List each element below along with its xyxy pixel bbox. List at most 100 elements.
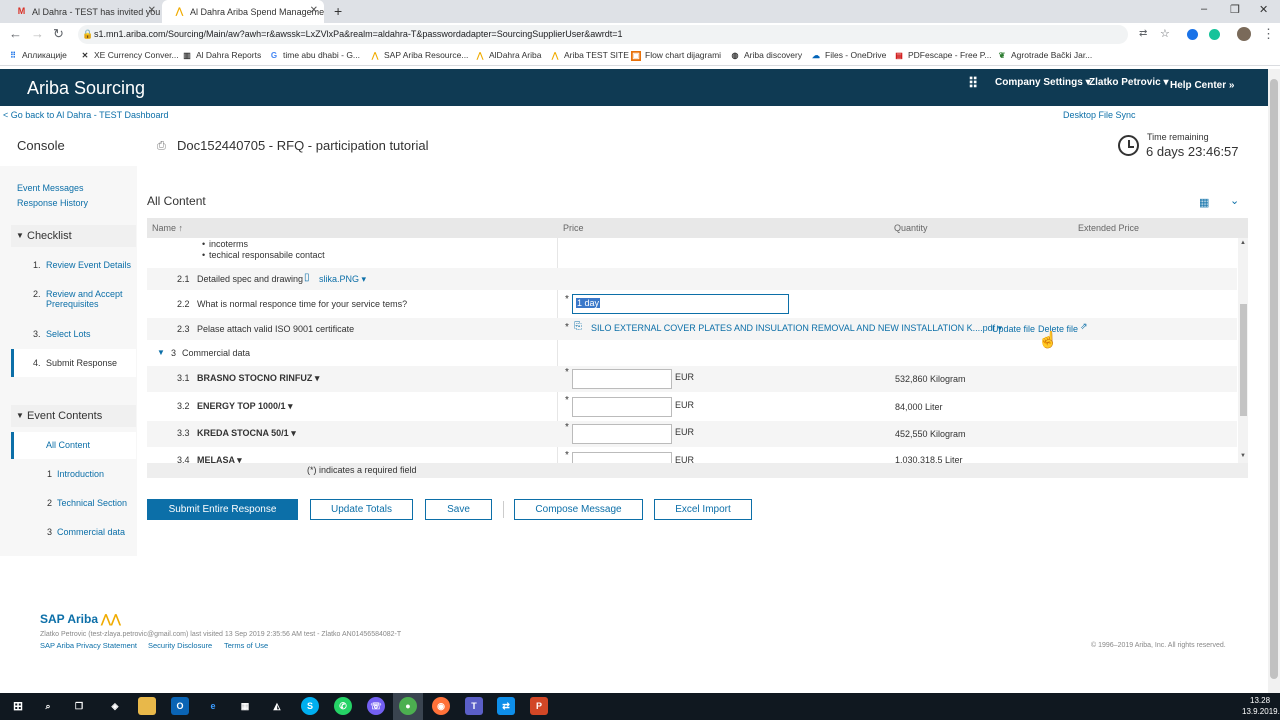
event-messages-link[interactable]: Event Messages [17, 183, 84, 193]
checklist-item-submit-response[interactable]: 4. Submit Response [11, 349, 136, 377]
price-input[interactable] [572, 452, 672, 463]
close-icon[interactable]: ✕ [148, 5, 156, 16]
scroll-down-icon[interactable]: ▼ [1240, 453, 1246, 459]
privacy-statement-link[interactable]: SAP Ariba Privacy Statement [40, 641, 137, 650]
search-icon[interactable]: ⌕ [39, 697, 57, 715]
price-input[interactable] [572, 424, 672, 444]
restore-icon[interactable]: ❐ [1230, 3, 1240, 16]
checklist-item-prerequisites[interactable]: 2. Review and Accept Prerequisites [11, 289, 136, 313]
back-to-dashboard-link[interactable]: < Go back to Al Dahra - TEST Dashboard [3, 110, 169, 120]
checklist-header[interactable]: ▼ Checklist [11, 225, 136, 247]
reload-icon[interactable]: ↻ [53, 26, 64, 42]
app-icon[interactable]: ◈ [106, 697, 124, 715]
minimize-icon[interactable]: – [1201, 3, 1207, 15]
company-settings-menu[interactable]: Company Settings ▾ [995, 77, 1091, 88]
apps-grid-icon[interactable]: ⠿ [968, 75, 978, 92]
ariba-icon: ⋀ [175, 6, 184, 16]
teams-icon[interactable]: T [465, 697, 483, 715]
compose-message-button[interactable]: Compose Message [514, 499, 643, 520]
desktop-file-sync-link[interactable]: Desktop File Sync [1063, 110, 1136, 120]
update-totals-button[interactable]: Update Totals [310, 499, 413, 520]
bookmark-xe[interactable]: ✕ XE Currency Conver... [80, 50, 179, 61]
back-icon[interactable]: ← [9, 26, 22, 41]
triangle-down-icon[interactable]: ▼ [157, 348, 165, 357]
edge-icon[interactable]: e [204, 697, 222, 715]
grammarly-icon[interactable] [1209, 29, 1220, 40]
whatsapp-icon[interactable]: ✆ [334, 697, 352, 715]
browser-tab-gmail[interactable]: M Al Dahra - TEST has invited you t ✕ [4, 0, 162, 23]
chrome-icon[interactable]: ● [399, 697, 417, 715]
contents-item-commercial[interactable]: 3 Commercial data [11, 527, 136, 541]
scroll-up-icon[interactable]: ▲ [1240, 240, 1246, 246]
close-window-icon[interactable]: ✕ [1259, 3, 1268, 16]
file-explorer-icon[interactable] [138, 697, 156, 715]
bookmark-pdfescape[interactable]: ▤ PDFescape - Free P... [894, 50, 991, 61]
bookmark-sap-resource[interactable]: ⋀ SAP Ariba Resource... [370, 50, 469, 61]
scrollbar-thumb[interactable] [1240, 304, 1247, 416]
contents-item-introduction[interactable]: 1 Introduction [11, 469, 136, 483]
add-attachment-icon[interactable]: ⇗ [1080, 321, 1088, 332]
new-tab-icon[interactable]: + [334, 3, 342, 19]
excel-import-button[interactable]: Excel Import [654, 499, 752, 520]
bookmark-apps[interactable]: ⠿ Апликације [8, 50, 67, 61]
attachment-link[interactable]: slika.PNG ▾ [319, 274, 366, 285]
checklist-item-review-event[interactable]: 1. Review Event Details [11, 260, 136, 274]
bookmark-onedrive[interactable]: ☁ Files - OneDrive [811, 50, 886, 61]
translate-icon[interactable]: ⇄ [1139, 28, 1147, 39]
iso-attachment-link[interactable]: SILO EXTERNAL COVER PLATES AND INSULATIO… [591, 323, 1002, 334]
submit-entire-response-button[interactable]: Submit Entire Response [147, 499, 298, 520]
price-input[interactable] [572, 397, 672, 417]
windows-start-icon[interactable]: ⊞ [9, 697, 27, 715]
flowchart-icon: ▣ [631, 51, 641, 61]
bookmark-flowchart[interactable]: ▣ Flow chart dijagrami [631, 50, 721, 61]
google-icon: G [270, 51, 278, 60]
help-center-link[interactable]: Help Center » [1170, 80, 1234, 91]
page-scrollbar[interactable] [1268, 69, 1280, 693]
task-view-icon[interactable]: ❐ [70, 697, 88, 715]
star-icon[interactable]: ☆ [1160, 27, 1170, 40]
table-view-icon[interactable]: ▦ [1199, 196, 1209, 209]
double-chevron-down-icon[interactable]: ⌄ [1230, 194, 1239, 207]
checklist-item-select-lots[interactable]: 3. Select Lots [11, 329, 136, 343]
bookmark-agrotrade[interactable]: ❦ Agrotrade Bački Jar... [997, 50, 1093, 61]
address-bar: ← → ↻ 🔒 s1.mn1.ariba.com/Sourcing/Main/a… [0, 23, 1280, 46]
security-disclosure-link[interactable]: Security Disclosure [148, 641, 212, 650]
bookmark-time[interactable]: Gtime abu dhabi - G... [269, 50, 360, 61]
price-input[interactable] [572, 369, 672, 389]
app-icon[interactable]: ◭ [268, 697, 286, 715]
firefox-icon[interactable]: ◉ [432, 697, 450, 715]
bookmark-aldahra[interactable]: ⋀ AlDahra Ariba [475, 50, 542, 61]
bookmark-discovery[interactable]: ◍ Ariba discovery [730, 50, 803, 61]
tab-title: Al Dahra Ariba Spend Manageme [190, 6, 324, 17]
url-input[interactable]: 🔒 s1.mn1.ariba.com/Sourcing/Main/aw?awh=… [78, 25, 1128, 44]
save-button[interactable]: Save [425, 499, 492, 520]
response-history-link[interactable]: Response History [17, 198, 88, 208]
terms-of-use-link[interactable]: Terms of Use [224, 641, 268, 650]
contents-item-all-content[interactable]: All Content [11, 432, 136, 459]
bookmark-test-site[interactable]: ⋀ Ariba TEST SITE [550, 50, 629, 61]
avatar[interactable] [1237, 27, 1251, 41]
chart-icon: ▥ [183, 51, 191, 60]
bookmark-reports[interactable]: ▥ Al Dahra Reports [182, 50, 261, 61]
scrollbar-thumb[interactable] [1270, 79, 1278, 679]
menu-icon[interactable]: ⋮ [1262, 26, 1275, 42]
contents-item-technical[interactable]: 2 Technical Section [11, 498, 136, 512]
table-scrollbar[interactable]: ▲ ▼ [1238, 238, 1248, 463]
skype-icon[interactable]: S [301, 697, 319, 715]
leaf-icon: ❦ [998, 51, 1006, 60]
table-row: 3.3 KREDA STOCNA 50/1 ▾ * EUR 452,550 Ki… [147, 421, 1237, 447]
powerpoint-icon[interactable]: P [530, 697, 548, 715]
viber-icon[interactable]: ☏ [367, 697, 385, 715]
user-menu[interactable]: Zlatko Petrovic ▾ [1089, 77, 1169, 88]
teamviewer-icon[interactable]: ⇄ [497, 697, 515, 715]
response-time-input[interactable]: 1 day [572, 294, 789, 314]
store-icon[interactable]: ▦ [236, 697, 254, 715]
browser-tab-ariba[interactable]: ⋀ Al Dahra Ariba Spend Manageme ✕ [162, 0, 324, 23]
event-contents-header[interactable]: ▼ Event Contents [11, 405, 136, 427]
update-file-link[interactable]: Update file [992, 324, 1035, 334]
extension-icon[interactable] [1187, 29, 1198, 40]
close-icon[interactable]: ✕ [310, 5, 318, 16]
forward-icon[interactable]: → [31, 26, 44, 41]
column-name[interactable]: Name ↑ [152, 223, 183, 233]
outlook-icon[interactable]: O [171, 697, 189, 715]
